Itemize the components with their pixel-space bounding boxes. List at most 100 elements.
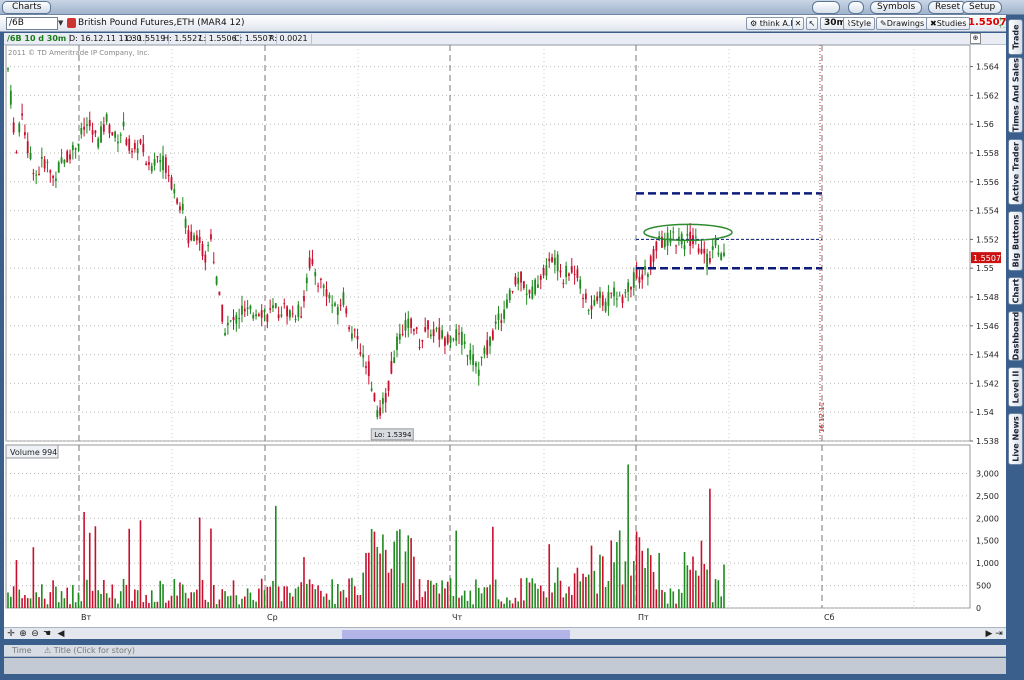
side-tab-dashboard[interactable]: Dashboard	[1008, 311, 1023, 361]
symbols-button[interactable]: Symbols	[870, 1, 923, 14]
volume-bar	[167, 600, 170, 608]
candle-body	[102, 124, 105, 132]
volume-bar	[289, 592, 291, 608]
volume-bar	[565, 593, 567, 608]
expand-icon[interactable]: ⊕	[970, 33, 981, 44]
candle-body	[353, 329, 356, 331]
scroll-left-icon[interactable]: ◀	[56, 629, 66, 639]
volume-bar	[97, 590, 100, 608]
volume-bar	[306, 583, 308, 608]
consolidation-ellipse[interactable]	[643, 223, 733, 242]
candle-body	[80, 127, 83, 135]
studies-button[interactable]: ✖Studies	[926, 17, 971, 30]
candle-body	[241, 305, 243, 315]
tab-charts[interactable]: Charts	[2, 1, 52, 14]
price-tick-label: 1.55	[976, 264, 994, 273]
volume-bar	[179, 582, 181, 608]
volume-bar	[258, 588, 260, 608]
volume-bar	[500, 601, 503, 608]
volume-bar	[458, 597, 460, 608]
candle-body	[303, 295, 305, 302]
volume-bar	[165, 602, 167, 608]
candle-body	[156, 156, 159, 158]
volume-bar	[717, 580, 720, 608]
side-tab-big-buttons[interactable]: Big Buttons	[1008, 211, 1023, 271]
volume-value: 994	[42, 448, 57, 457]
volume-bar	[418, 579, 421, 608]
side-tab-level-ii[interactable]: Level II	[1008, 367, 1023, 407]
side-tab-live-news[interactable]: Live News	[1008, 413, 1023, 465]
candle-body	[32, 173, 35, 175]
volume-tick-label: 1,500	[976, 537, 999, 546]
candle-body	[210, 234, 212, 240]
scroll-end-icon[interactable]: ⇥	[994, 629, 1004, 639]
volume-bar	[413, 556, 415, 608]
zoom-in-icon[interactable]: ⊕	[18, 629, 28, 639]
pan-icon[interactable]: ✛	[6, 629, 16, 639]
scroll-thumb[interactable]	[342, 630, 570, 639]
candle-body	[235, 315, 238, 324]
price-tick-label: 1.538	[976, 437, 999, 446]
setup-button[interactable]: Setup	[962, 1, 1003, 14]
volume-tick-label: 3,000	[976, 469, 999, 478]
candle-body	[162, 155, 164, 171]
volume-bar	[41, 584, 43, 608]
chevron-down-icon[interactable]: ▼	[58, 17, 66, 30]
candle-body	[150, 165, 153, 172]
layout-selector[interactable]	[812, 1, 840, 14]
volume-bar	[142, 602, 145, 608]
chart-scrollbar[interactable]: ✛ ⊕ ⊖ ☚ ◀ ▶ ⇥	[4, 627, 1006, 639]
candle-body	[635, 269, 638, 278]
chart-symbol-period[interactable]: /6B 10 d 30m	[4, 34, 71, 44]
symbol-input[interactable]: /6B	[6, 17, 58, 30]
hand-icon[interactable]: ☚	[42, 629, 52, 639]
news-time-column[interactable]: Time	[12, 646, 32, 655]
side-tab-trade[interactable]: Trade	[1008, 19, 1023, 55]
volume-bar	[119, 591, 122, 608]
volume-bar	[432, 584, 435, 608]
candle-body	[568, 273, 570, 276]
volume-bar	[7, 592, 9, 608]
candle-body	[114, 131, 117, 138]
zoom-out-icon[interactable]: ⊖	[30, 629, 40, 639]
candle-body	[483, 347, 486, 354]
volume-bar	[125, 584, 128, 608]
price-chart[interactable]: Volume 994 Lo: 1.5394 1.5507 16.12.11 1.564…	[4, 45, 1006, 627]
side-tab-chart[interactable]: Chart	[1008, 277, 1023, 305]
candle-body	[649, 256, 652, 268]
price-tick-label: 1.552	[976, 235, 999, 244]
candle-body	[49, 170, 52, 173]
candle-body	[336, 307, 339, 315]
crosshair-icon[interactable]: ✕	[792, 17, 804, 30]
volume-bar	[444, 588, 446, 608]
scroll-right-icon[interactable]: ▶	[984, 629, 994, 639]
news-title-column[interactable]: ⚠ Title (Click for story)	[44, 646, 135, 655]
cursor-icon[interactable]: ↖	[806, 17, 818, 30]
link-icon[interactable]	[67, 18, 76, 28]
candle-body	[207, 245, 210, 247]
volume-bar	[680, 592, 683, 608]
side-tab-active-trader[interactable]: Active Trader	[1008, 139, 1023, 205]
candle-body	[71, 145, 74, 151]
style-button[interactable]: ⌇Style	[843, 17, 875, 30]
link-icon[interactable]	[848, 1, 864, 14]
volume-bar	[162, 584, 164, 608]
side-tab-times-and-sales[interactable]: Times And Sales	[1008, 57, 1023, 133]
candle-body	[565, 265, 568, 278]
volume-bar	[356, 594, 359, 608]
volume-bar	[683, 552, 686, 608]
candle-body	[441, 330, 444, 339]
candle-body	[486, 340, 489, 355]
volume-bar	[686, 565, 689, 608]
volume-bar	[249, 592, 252, 608]
candle-body	[193, 235, 195, 242]
side-tab-label: Trade	[1011, 24, 1020, 50]
volume-bar	[128, 528, 131, 608]
volume-bar	[108, 597, 111, 608]
volume-bar	[610, 540, 613, 608]
price-tick-label: 1.562	[976, 91, 999, 100]
drawings-button[interactable]: ✎Drawings	[876, 17, 929, 30]
volume-bar	[300, 582, 302, 608]
volume-bar	[545, 597, 548, 608]
candle-body	[607, 292, 610, 306]
